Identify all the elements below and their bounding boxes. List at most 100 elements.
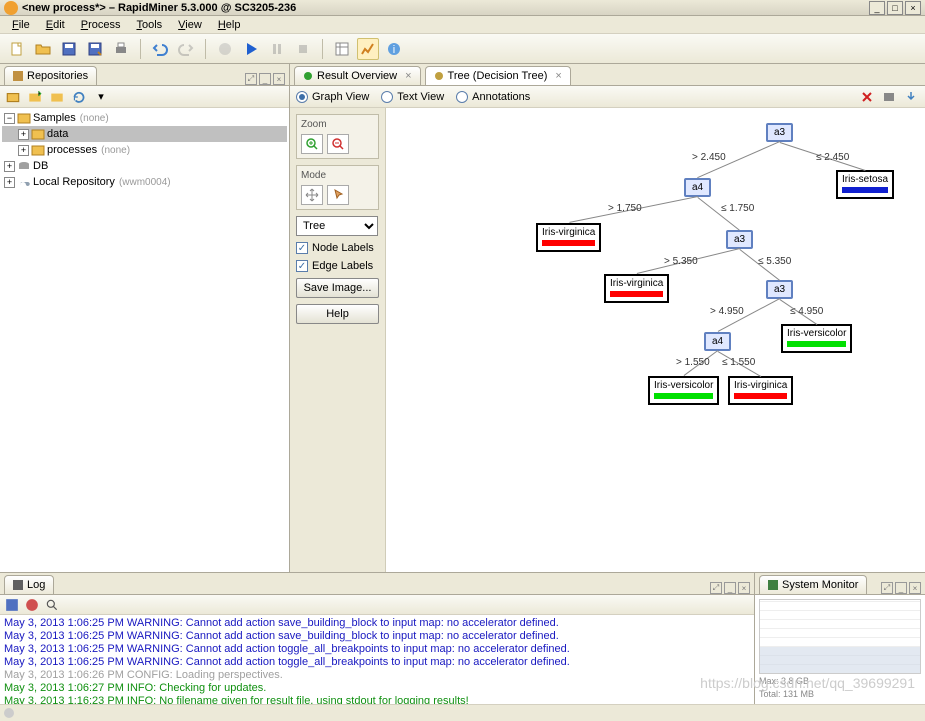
radio-graph-view[interactable]: Graph View [296, 91, 369, 103]
repo-new-icon[interactable] [26, 88, 44, 106]
tree-inner-node[interactable]: a3 [766, 280, 793, 299]
tree-inner-node[interactable]: a4 [704, 332, 731, 351]
move-mode-icon[interactable] [301, 185, 323, 205]
delete-result-icon[interactable] [859, 89, 875, 105]
expand-icon[interactable]: − [4, 113, 15, 124]
help-button[interactable]: Help [296, 304, 379, 324]
panel-min-icon[interactable]: _ [895, 582, 907, 594]
panel-expand-icon[interactable]: ⤢ [245, 73, 257, 85]
edge-label: ≤ 5.350 [758, 256, 791, 267]
saveas-button[interactable] [84, 38, 106, 60]
redo-button[interactable] [175, 38, 197, 60]
validate-button[interactable] [214, 38, 236, 60]
tree-local[interactable]: + Local Repository (wwm0004) [2, 174, 287, 190]
check-node-labels[interactable]: ✓Node Labels [296, 242, 379, 254]
store-result-icon[interactable] [881, 89, 897, 105]
results-view-button[interactable] [357, 38, 379, 60]
menu-view[interactable]: View [170, 17, 210, 33]
wizard-button[interactable]: i [383, 38, 405, 60]
menu-process[interactable]: Process [73, 17, 129, 33]
save-button[interactable] [58, 38, 80, 60]
edge-label: ≤ 1.550 [722, 357, 755, 368]
expand-icon[interactable]: + [18, 129, 29, 140]
zoom-out-icon[interactable] [327, 134, 349, 154]
menu-help[interactable]: Help [210, 17, 249, 33]
edge-label: > 4.950 [710, 306, 744, 317]
tree-leaf-node[interactable]: Iris-versicolor [648, 376, 719, 405]
close-button[interactable]: × [905, 1, 921, 15]
tree-leaf-node[interactable]: Iris-virginica [536, 223, 601, 252]
panel-close-icon[interactable]: × [273, 73, 285, 85]
radio-text-view[interactable]: Text View [381, 91, 444, 103]
close-icon[interactable]: × [405, 70, 411, 82]
tree-canvas[interactable]: a3 a4 Iris-setosa Iris-virginica a3 Iris-virg… [386, 108, 925, 572]
expand-icon[interactable]: + [18, 145, 29, 156]
edge-label: > 1.550 [676, 357, 710, 368]
save-image-button[interactable]: Save Image... [296, 278, 379, 298]
panel-expand-icon[interactable]: ⤢ [881, 582, 893, 594]
check-edge-labels[interactable]: ✓Edge Labels [296, 260, 379, 272]
pause-button[interactable] [266, 38, 288, 60]
log-search-icon[interactable] [44, 597, 60, 613]
tab-log[interactable]: Log [4, 575, 54, 594]
log-line: May 3, 2013 1:16:23 PM INFO: No filename… [4, 695, 750, 704]
tab-system-monitor[interactable]: System Monitor [759, 575, 867, 594]
stop-button[interactable] [292, 38, 314, 60]
run-button[interactable] [240, 38, 262, 60]
menu-file[interactable]: File [4, 17, 38, 33]
open-button[interactable] [32, 38, 54, 60]
log-line: May 3, 2013 1:06:27 PM INFO: Checking fo… [4, 682, 750, 695]
menu-tools[interactable]: Tools [128, 17, 170, 33]
tree-leaf-node[interactable]: Iris-virginica [728, 376, 793, 405]
log-body[interactable]: May 3, 2013 1:06:25 PM WARNING: Cannot a… [0, 615, 754, 704]
tree-inner-node[interactable]: a4 [684, 178, 711, 197]
statusbar [0, 704, 925, 721]
repo-open-icon[interactable] [48, 88, 66, 106]
repo-dropdown-icon[interactable]: ▾ [92, 88, 110, 106]
expand-icon[interactable]: + [4, 161, 15, 172]
tree-leaf-node[interactable]: Iris-virginica [604, 274, 669, 303]
log-save-icon[interactable] [4, 597, 20, 613]
tree-processes[interactable]: + processes (none) [2, 142, 287, 158]
tree-inner-node[interactable]: a3 [766, 123, 793, 142]
log-tabs: Log ⤢ _ × [0, 573, 754, 595]
tree-db[interactable]: + DB [2, 158, 287, 174]
status-icon [4, 708, 14, 718]
edge-label: ≤ 4.950 [790, 306, 823, 317]
expand-icon[interactable]: + [4, 177, 15, 188]
minimize-button[interactable]: _ [869, 1, 885, 15]
maximize-button[interactable]: □ [887, 1, 903, 15]
panel-close-icon[interactable]: × [909, 582, 921, 594]
design-view-button[interactable] [331, 38, 353, 60]
repo-tree[interactable]: − Samples (none) + data + processes (non… [0, 108, 289, 572]
layout-select[interactable]: Tree [296, 216, 378, 236]
tab-log-label: Log [27, 579, 45, 591]
tab-result-overview[interactable]: Result Overview × [294, 66, 421, 85]
new-button[interactable] [6, 38, 28, 60]
panel-close-icon[interactable]: × [738, 582, 750, 594]
undo-button[interactable] [149, 38, 171, 60]
repo-refresh-icon[interactable] [70, 88, 88, 106]
log-line: May 3, 2013 1:06:25 PM WARNING: Cannot a… [4, 630, 750, 643]
zoom-in-icon[interactable] [301, 134, 323, 154]
tab-decision-tree[interactable]: Tree (Decision Tree) × [425, 66, 571, 85]
tree-inner-node[interactable]: a3 [726, 230, 753, 249]
pick-mode-icon[interactable] [327, 185, 349, 205]
radio-annotations[interactable]: Annotations [456, 91, 530, 103]
tree-leaf-node[interactable]: Iris-versicolor [781, 324, 852, 353]
log-line: May 3, 2013 1:06:26 PM CONFIG: Loading p… [4, 669, 750, 682]
panel-expand-icon[interactable]: ⤢ [710, 582, 722, 594]
panel-min-icon[interactable]: _ [259, 73, 271, 85]
monitor-chart [759, 599, 921, 674]
tab-repositories[interactable]: Repositories [4, 66, 97, 85]
panel-min-icon[interactable]: _ [724, 582, 736, 594]
tree-leaf-node[interactable]: Iris-setosa [836, 170, 894, 199]
close-icon[interactable]: × [555, 70, 561, 82]
tree-samples[interactable]: − Samples (none) [2, 110, 287, 126]
repo-add-icon[interactable] [4, 88, 22, 106]
log-clear-icon[interactable] [24, 597, 40, 613]
print-button[interactable] [110, 38, 132, 60]
menu-edit[interactable]: Edit [38, 17, 73, 33]
tree-data[interactable]: + data [2, 126, 287, 142]
export-result-icon[interactable] [903, 89, 919, 105]
